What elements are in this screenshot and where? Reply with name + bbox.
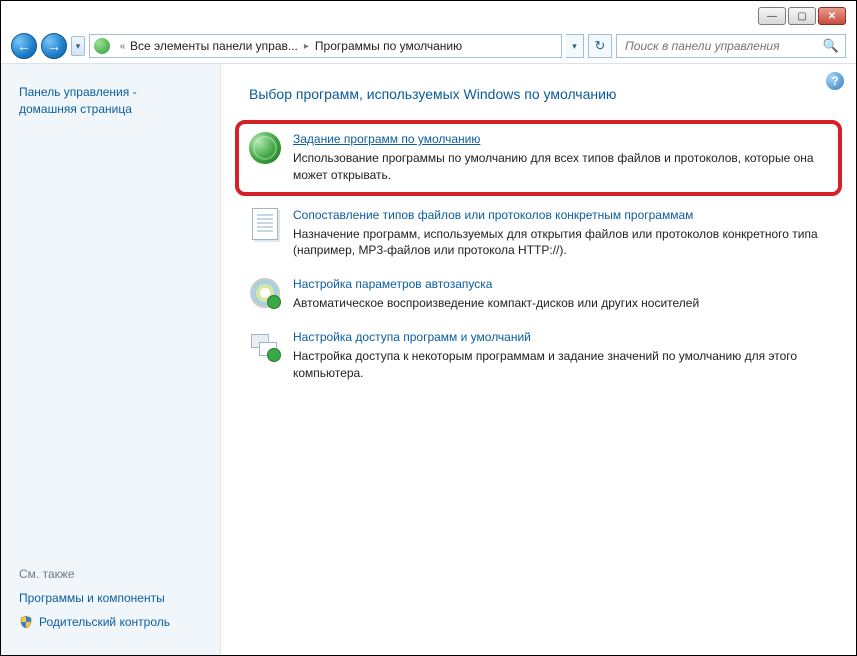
breadcrumb-sep-icon[interactable]: ▸ bbox=[298, 41, 315, 52]
main-panel: ? Выбор программ, используемых Windows п… bbox=[221, 64, 856, 655]
item-set-default-programs: Задание программ по умолчанию Использова… bbox=[235, 120, 842, 196]
page-title: Выбор программ, используемых Windows по … bbox=[249, 86, 828, 102]
shield-icon bbox=[19, 615, 33, 629]
refresh-button[interactable]: ↻ bbox=[588, 34, 612, 58]
item-autoplay-settings: Настройка параметров автозапуска Автомат… bbox=[249, 277, 828, 312]
desc-autoplay-settings: Автоматическое воспроизведение компакт-д… bbox=[293, 295, 828, 312]
windows-icon bbox=[249, 330, 281, 362]
item-body: Настройка параметров автозапуска Автомат… bbox=[293, 277, 828, 312]
sidebar-bottom: См. также Программы и компоненты Родител… bbox=[19, 567, 206, 639]
minimize-button[interactable]: — bbox=[758, 7, 786, 25]
search-box[interactable]: 🔍 bbox=[616, 34, 846, 58]
desc-set-default-programs: Использование программы по умолчанию для… bbox=[293, 150, 828, 184]
address-bar-row: ← → ▾ « Все элементы панели управ... ▸ П… bbox=[11, 31, 846, 61]
document-icon bbox=[249, 208, 281, 240]
maximize-button[interactable]: ▢ bbox=[788, 7, 816, 25]
desc-associate-filetypes: Назначение программ, используемых для от… bbox=[293, 226, 828, 260]
content-area: Панель управления - домашняя страница См… bbox=[1, 64, 856, 655]
search-icon[interactable]: 🔍 bbox=[823, 38, 839, 54]
link-associate-filetypes[interactable]: Сопоставление типов файлов или протоколо… bbox=[293, 208, 693, 222]
link-program-access[interactable]: Настройка доступа программ и умолчаний bbox=[293, 330, 531, 344]
close-button[interactable]: ✕ bbox=[818, 7, 846, 25]
breadcrumb-item-2[interactable]: Программы по умолчанию bbox=[315, 39, 462, 53]
breadcrumb[interactable]: « Все элементы панели управ... ▸ Програм… bbox=[89, 34, 562, 58]
globe-icon bbox=[249, 132, 281, 164]
breadcrumb-chevrons[interactable]: « bbox=[114, 35, 130, 57]
sidebar-link-programs-text: Программы и компоненты bbox=[19, 591, 165, 605]
sidebar-link-programs[interactable]: Программы и компоненты bbox=[19, 591, 206, 605]
help-button[interactable]: ? bbox=[826, 72, 844, 90]
sidebar-home-link[interactable]: Панель управления - домашняя страница bbox=[19, 84, 206, 118]
item-body: Задание программ по умолчанию Использова… bbox=[293, 132, 828, 184]
sidebar: Панель управления - домашняя страница См… bbox=[1, 64, 221, 655]
sidebar-link-parental[interactable]: Родительский контроль bbox=[19, 615, 206, 629]
search-input[interactable] bbox=[623, 38, 823, 54]
back-button[interactable]: ← bbox=[11, 33, 37, 59]
desc-program-access: Настройка доступа к некоторым программам… bbox=[293, 348, 828, 382]
breadcrumb-item-1[interactable]: Все элементы панели управ... bbox=[130, 39, 298, 53]
item-associate-filetypes: Сопоставление типов файлов или протоколо… bbox=[249, 208, 828, 260]
sidebar-link-parental-text: Родительский контроль bbox=[39, 615, 170, 629]
item-program-access: Настройка доступа программ и умолчаний Н… bbox=[249, 330, 828, 382]
sidebar-title-line2: домашняя страница bbox=[19, 102, 132, 116]
see-also-label: См. также bbox=[19, 567, 206, 581]
link-set-default-programs[interactable]: Задание программ по умолчанию bbox=[293, 132, 480, 146]
item-body: Сопоставление типов файлов или протоколо… bbox=[293, 208, 828, 260]
window-controls: — ▢ ✕ bbox=[758, 7, 846, 25]
link-autoplay-settings[interactable]: Настройка параметров автозапуска bbox=[293, 277, 492, 291]
breadcrumb-dropdown[interactable]: ▾ bbox=[566, 34, 584, 58]
item-body: Настройка доступа программ и умолчаний Н… bbox=[293, 330, 828, 382]
sidebar-title-line1: Панель управления - bbox=[19, 85, 137, 99]
control-panel-icon bbox=[94, 38, 110, 54]
disc-icon bbox=[249, 277, 281, 309]
nav-history-dropdown[interactable]: ▾ bbox=[71, 36, 85, 56]
forward-button[interactable]: → bbox=[41, 33, 67, 59]
